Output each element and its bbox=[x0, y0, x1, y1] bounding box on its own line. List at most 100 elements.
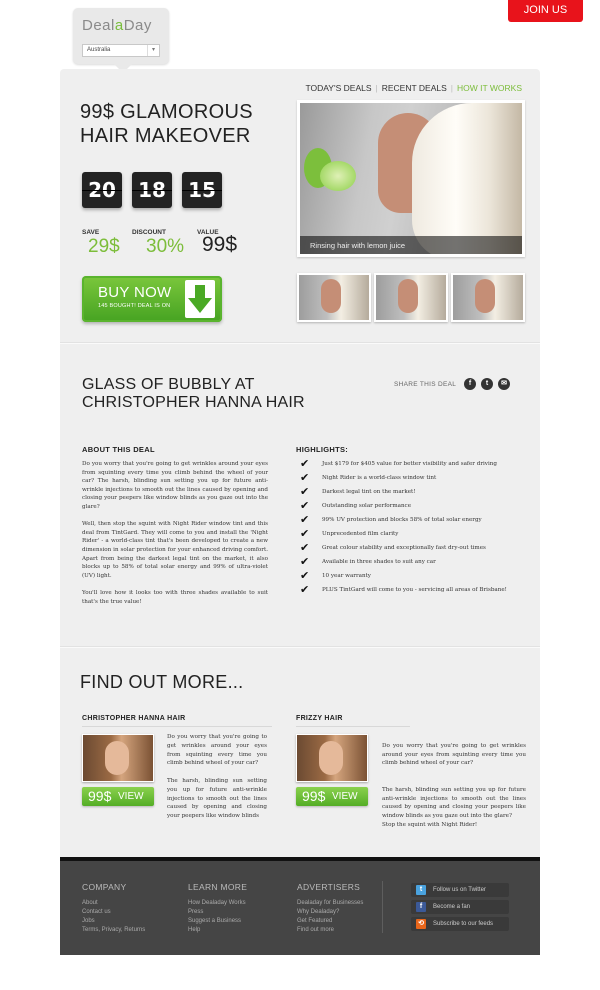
model-hair-image-part bbox=[412, 103, 522, 254]
logo-part-3: Day bbox=[123, 17, 152, 34]
footer-link[interactable]: Contact us bbox=[82, 908, 145, 917]
footer-links-company: About Contact us Jobs Terms, Privacy, Re… bbox=[82, 899, 145, 935]
join-us-button[interactable]: JOIN US bbox=[508, 0, 583, 22]
highlight-text: 99% UV protection and blocks 58% of tota… bbox=[322, 517, 482, 523]
highlight-text: Available in three shades to suit any ca… bbox=[322, 559, 436, 565]
country-value: Australia bbox=[87, 47, 111, 53]
highlights-list: ✔ Just $179 for $405 value for better vis… bbox=[300, 458, 530, 598]
list-item: ✔ 99% UV protection and blocks 58% of tot… bbox=[300, 514, 530, 528]
find-more-title: FIND OUT MORE... bbox=[80, 672, 244, 692]
footer-heading-advertisers: ADVERTISERS bbox=[297, 882, 361, 892]
highlight-text: Great colour stability and exceptionally… bbox=[322, 545, 486, 551]
gallery-thumbnail[interactable] bbox=[451, 273, 525, 322]
timer-hours: 20 bbox=[82, 172, 122, 208]
card-heading[interactable]: CHRISTOPHER HANNA HAIR bbox=[82, 715, 185, 722]
card-image[interactable] bbox=[296, 734, 368, 782]
footer-link[interactable]: Get Featured bbox=[297, 917, 363, 926]
social-label: Follow us on Twitter bbox=[433, 887, 486, 893]
timer-seconds: 15 bbox=[182, 172, 222, 208]
view-button[interactable]: 99$ VIEW bbox=[296, 787, 368, 806]
footer-link[interactable]: About bbox=[82, 899, 145, 908]
card-paragraph: The harsh, blinding sun setting you up f… bbox=[382, 786, 526, 828]
twitter-icon[interactable]: t bbox=[481, 378, 493, 390]
check-icon: ✔ bbox=[300, 527, 310, 540]
footer-heading-learn-more: LEARN MORE bbox=[188, 882, 248, 892]
section-divider bbox=[60, 646, 540, 648]
rss-subscribe-button[interactable]: ⟲ Subscribe to our feeds bbox=[411, 917, 509, 931]
about-paragraph: Do you worry that you're going to get wr… bbox=[82, 461, 268, 510]
timer-minutes: 18 bbox=[132, 172, 172, 208]
image-caption: Rinsing hair with lemon juice bbox=[310, 241, 406, 250]
highlights-heading: HIGHLIGHTS: bbox=[296, 445, 349, 454]
list-item: ✔ Available in three shades to suit any c… bbox=[300, 556, 530, 570]
twitter-follow-button[interactable]: t Follow us on Twitter bbox=[411, 883, 509, 897]
footer-links-advertisers: Dealaday for Businesses Why Dealaday? Ge… bbox=[297, 899, 363, 935]
top-nav: TODAY'S DEALS | RECENT DEALS | HOW IT WORKS bbox=[300, 83, 522, 95]
rss-icon: ⟲ bbox=[416, 919, 426, 929]
view-label: VIEW bbox=[118, 791, 144, 802]
check-icon: ✔ bbox=[300, 485, 310, 498]
value-value: 99$ bbox=[202, 233, 238, 256]
card-text: Do you worry that you're going to get wr… bbox=[167, 733, 267, 830]
save-value: 29$ bbox=[88, 236, 120, 257]
deal-subtitle: GLASS OF BUBBLY AT CHRISTOPHER HANNA HAI… bbox=[82, 376, 305, 411]
card-paragraph: Do you worry that you're going to get wr… bbox=[382, 742, 526, 767]
logo-part-1: Deal bbox=[82, 17, 115, 34]
logo[interactable]: DealaDay bbox=[82, 17, 152, 34]
card-paragraph: The harsh, blinding sun setting you up f… bbox=[167, 777, 267, 820]
facebook-fan-button[interactable]: f Become a fan bbox=[411, 900, 509, 914]
facebook-icon[interactable]: f bbox=[464, 378, 476, 390]
footer-link[interactable]: Suggest a Business bbox=[188, 917, 246, 926]
list-item: ✔ Just $179 for $405 value for better vis… bbox=[300, 458, 530, 472]
facebook-icon: f bbox=[416, 902, 426, 912]
email-icon[interactable]: ✉ bbox=[498, 378, 510, 390]
highlight-text: Night Rider is a world-class window tint bbox=[322, 475, 437, 481]
card-paragraph: Do you worry that you're going to get wr… bbox=[167, 734, 267, 767]
about-paragraph: You'll love how it looks too with three … bbox=[82, 589, 268, 605]
buy-now-label: BUY NOW bbox=[98, 284, 172, 301]
gallery-thumbnail[interactable] bbox=[374, 273, 448, 322]
footer-link[interactable]: Press bbox=[188, 908, 246, 917]
twitter-icon: t bbox=[416, 885, 426, 895]
arrow-down-icon bbox=[185, 280, 215, 318]
check-icon: ✔ bbox=[300, 513, 310, 526]
check-icon: ✔ bbox=[300, 457, 310, 470]
footer-link[interactable]: Help bbox=[188, 926, 246, 935]
about-heading: ABOUT THIS DEAL bbox=[82, 445, 155, 454]
logo-box: DealaDay Australia ▾ bbox=[73, 8, 169, 73]
footer-link[interactable]: Dealaday for Businesses bbox=[297, 899, 363, 908]
footer-link[interactable]: Find out more bbox=[297, 926, 363, 935]
footer-link[interactable]: How Dealaday Works bbox=[188, 899, 246, 908]
card-image[interactable] bbox=[82, 734, 154, 782]
nav-how-it-works[interactable]: HOW IT WORKS bbox=[457, 83, 522, 93]
nav-separator: | bbox=[450, 83, 453, 93]
list-item: ✔ Unprecedented film clarity bbox=[300, 528, 530, 542]
view-button[interactable]: 99$ VIEW bbox=[82, 787, 154, 806]
footer-link[interactable]: Why Dealaday? bbox=[297, 908, 363, 917]
buy-now-button[interactable]: BUY NOW 145 BOUGHT! DEAL IS ON bbox=[82, 276, 222, 322]
highlight-text: PLUS TintGard will come to you - servici… bbox=[322, 587, 507, 593]
check-icon: ✔ bbox=[300, 541, 310, 554]
nav-todays-deals[interactable]: TODAY'S DEALS bbox=[305, 83, 371, 93]
gallery-thumbnail[interactable] bbox=[297, 273, 371, 322]
list-item: ✔ Great colour stability and exceptionall… bbox=[300, 542, 530, 556]
footer-link[interactable]: Terms, Privacy, Returns bbox=[82, 926, 145, 935]
highlight-text: 10 year warranty bbox=[322, 573, 371, 579]
card-heading[interactable]: FRIZZY HAIR bbox=[296, 715, 343, 722]
country-select[interactable]: Australia ▾ bbox=[82, 44, 160, 57]
deal-hero-image[interactable]: Rinsing hair with lemon juice bbox=[297, 100, 525, 257]
list-item: ✔ Night Rider is a world-class window tin… bbox=[300, 472, 530, 486]
list-item: ✔ Darkest legal tint on the market! bbox=[300, 486, 530, 500]
share-label: SHARE THIS DEAL bbox=[394, 381, 457, 388]
nav-recent-deals[interactable]: RECENT DEALS bbox=[382, 83, 447, 93]
list-item: ✔ Outstanding solar performance bbox=[300, 500, 530, 514]
bought-count: 145 BOUGHT! DEAL IS ON bbox=[98, 303, 171, 309]
card-rule bbox=[296, 726, 410, 727]
card-rule bbox=[82, 726, 272, 727]
footer-heading-company: COMPANY bbox=[82, 882, 127, 892]
card-text: Do you worry that you're going to get wr… bbox=[382, 733, 526, 847]
check-icon: ✔ bbox=[300, 569, 310, 582]
nav-separator: | bbox=[375, 83, 378, 93]
footer-link[interactable]: Jobs bbox=[82, 917, 145, 926]
view-price: 99$ bbox=[88, 788, 112, 804]
